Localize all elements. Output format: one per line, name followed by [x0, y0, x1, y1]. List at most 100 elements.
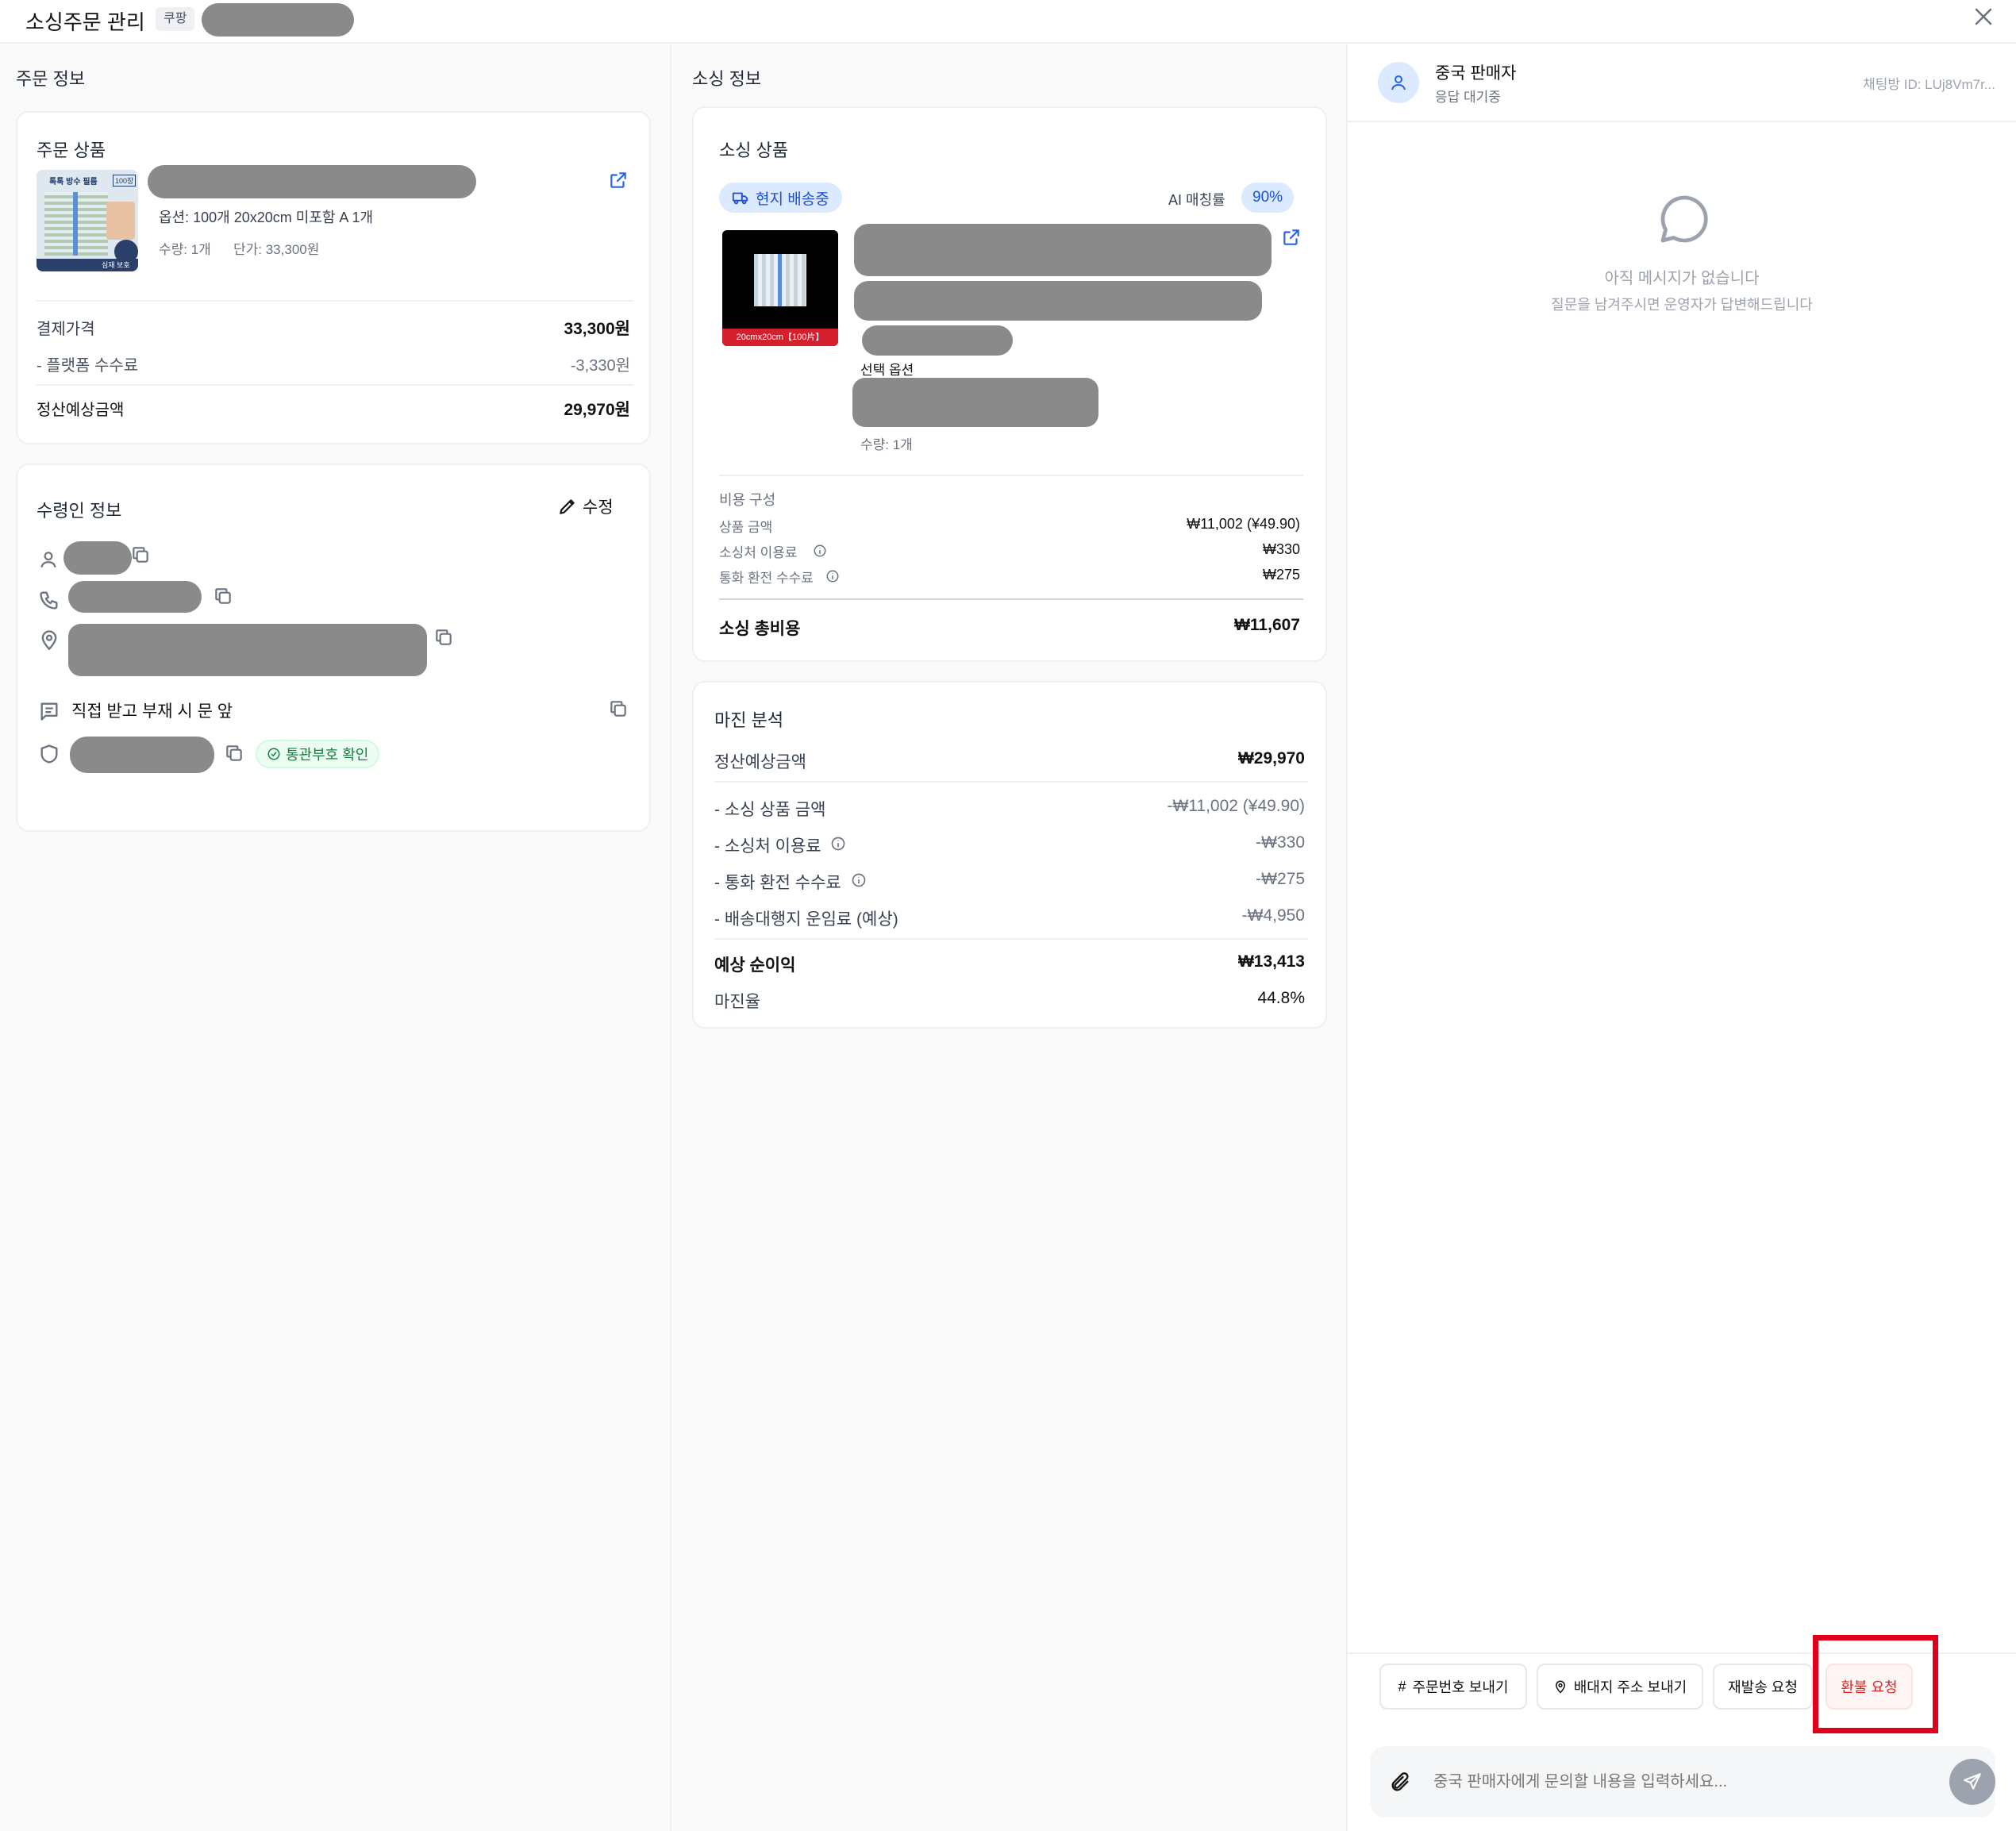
margin-row-label: - 배송대행지 운임료 (예상): [714, 910, 898, 929]
customs-verified-label: 통관부호 확인: [286, 747, 369, 763]
redacted-address: [68, 624, 427, 676]
margin-row-label: - 통화 환전 수수료: [714, 874, 841, 892]
sourcing-product-title: 소싱 상품: [719, 140, 789, 160]
thumb-title: 톡톡 방수 필름: [49, 178, 98, 187]
order-product-thumbnail: 톡톡 방수 필름 100장 심재 보호: [37, 170, 138, 271]
settle-label: 정산예상금액: [37, 402, 125, 419]
shipping-status-label: 현지 배송중: [756, 190, 829, 208]
external-link-icon[interactable]: [608, 170, 629, 190]
order-option: 옵션: 100개 20x20cm 미포함 A 1개: [159, 210, 374, 225]
margin-row-value: -₩4,950: [1241, 906, 1305, 925]
send-address-button[interactable]: 배대지 주소 보내기: [1537, 1664, 1703, 1710]
fee-value: -3,330원: [570, 357, 630, 375]
person-icon: [1391, 75, 1406, 90]
person-icon: [40, 552, 56, 568]
cost-item-value: ₩275: [1262, 567, 1300, 583]
message-square-icon: [40, 702, 58, 721]
chat-message-input[interactable]: [1433, 1764, 1910, 1800]
thumb-count: 100장: [113, 175, 137, 187]
payment-value: 33,300원: [564, 320, 630, 338]
redacted-recipient-name: [63, 541, 132, 575]
resend-request-button[interactable]: 재발송 요청: [1713, 1664, 1813, 1710]
margin-analysis-card: 마진 분석 정산예상금액 ₩29,970 - 소싱 상품 금액 -₩11,002…: [692, 681, 1327, 1029]
refund-request-button[interactable]: 환불 요청: [1826, 1664, 1913, 1710]
margin-settle-value: ₩29,970: [1237, 749, 1305, 767]
check-circle-icon: [267, 748, 280, 760]
copy-icon[interactable]: [224, 743, 244, 764]
thumb-stripe: [778, 254, 782, 306]
divider: [37, 384, 633, 386]
send-address-label: 배대지 주소 보내기: [1573, 1679, 1687, 1695]
margin-row-value: -₩330: [1256, 833, 1305, 852]
paperclip-icon[interactable]: [1389, 1771, 1411, 1794]
divider: [719, 598, 1303, 600]
seller-name: 중국 판매자: [1435, 64, 1517, 83]
sourcing-product-card: 소싱 상품 현지 배송중 AI 매칭률 90% 20cmx20cm【100片】 …: [692, 106, 1327, 662]
sourcing-product-thumbnail: 20cmx20cm【100片】: [722, 230, 838, 346]
chat-panel: 중국 판매자 응답 대기중 채팅방 ID: LUj8Vm7r... 아직 메시지…: [1348, 44, 2016, 1831]
order-unit-price: 단가: 33,300원: [233, 242, 320, 257]
ai-match-label: AI 매칭률: [1168, 192, 1225, 208]
shield-icon: [40, 744, 58, 764]
refund-request-label: 환불 요청: [1841, 1679, 1898, 1695]
sourcing-total-value: ₩11,607: [1234, 616, 1300, 634]
chat-room-id: 채팅방 ID: LUj8Vm7r...: [1863, 77, 1995, 92]
order-product-title: 주문 상품: [37, 140, 106, 160]
cost-item-value: ₩330: [1262, 541, 1300, 557]
location-pin-icon: [41, 630, 57, 651]
platform-badge: 쿠팡: [156, 7, 195, 31]
info-icon[interactable]: [813, 544, 827, 558]
redacted-sourcing-name-line3: [862, 325, 1013, 356]
redacted-selected-option: [852, 378, 1098, 427]
profit-value: ₩13,413: [1237, 952, 1305, 971]
customs-verified-badge: 통관부호 확인: [256, 740, 380, 768]
copy-icon[interactable]: [433, 627, 454, 648]
divider: [37, 300, 633, 302]
chat-bubble-icon: [1660, 195, 1708, 243]
selected-option-label: 선택 옵션: [860, 363, 914, 378]
copy-icon[interactable]: [608, 698, 629, 719]
external-link-icon[interactable]: [1281, 227, 1302, 248]
info-icon[interactable]: [825, 569, 840, 583]
location-pin-icon: [1555, 1680, 1565, 1694]
page-title: 소싱주문 관리: [25, 10, 145, 34]
thumb-footer-text: 심재 보호: [102, 261, 130, 269]
cost-item-label: 통화 환전 수수료: [719, 571, 814, 586]
cost-item-value: ₩11,002 (¥49.90): [1187, 516, 1300, 532]
empty-chat-subtitle: 질문을 남겨주시면 운영자가 답변해드립니다: [1551, 297, 1813, 313]
resend-request-label: 재발송 요청: [1728, 1679, 1798, 1695]
info-icon[interactable]: [851, 872, 867, 888]
profit-label: 예상 순이익: [714, 956, 796, 975]
edit-button[interactable]: 수정: [557, 494, 614, 519]
redacted-phone: [68, 581, 202, 613]
send-button[interactable]: [1949, 1759, 1995, 1805]
redacted-sourcing-name-line1: [854, 224, 1272, 276]
margin-settle-label: 정산예상금액: [714, 753, 806, 771]
truck-icon: [732, 192, 748, 205]
order-product-card: 주문 상품 톡톡 방수 필름 100장 심재 보호 옵션: 100개 20x20…: [16, 111, 651, 444]
chat-header: 중국 판매자 응답 대기중 채팅방 ID: LUj8Vm7r...: [1348, 44, 2016, 122]
send-order-number-button[interactable]: # 주문번호 보내기: [1379, 1664, 1527, 1710]
copy-icon[interactable]: [130, 544, 151, 565]
copy-icon[interactable]: [213, 586, 233, 606]
edit-label: 수정: [583, 498, 614, 517]
thumb-stripe: [73, 192, 78, 256]
thumb-photo: [106, 202, 135, 240]
order-info-column: 주문 정보 주문 상품 톡톡 방수 필름 100장 심재 보호 옵션: 100개…: [0, 44, 671, 1831]
margin-row-label: - 소싱 상품 금액: [714, 801, 826, 819]
chat-input-bar: [1370, 1746, 1995, 1818]
thumb-caption: 20cmx20cm【100片】: [722, 329, 838, 346]
cost-item-label: 소싱처 이용료: [719, 545, 798, 560]
close-icon[interactable]: [1972, 5, 1995, 29]
redacted-order-number: [202, 3, 354, 37]
sourcing-info-column: 소싱 정보 소싱 상품 현지 배송중 AI 매칭률 90% 20cmx20cm【…: [671, 44, 1348, 1831]
recipient-title: 수령인 정보: [37, 501, 122, 521]
redacted-customs-code: [70, 737, 214, 773]
margin-title: 마진 분석: [714, 710, 784, 730]
order-info-title: 주문 정보: [16, 69, 86, 89]
divider: [714, 938, 1308, 940]
margin-rate-value: 44.8%: [1257, 989, 1305, 1007]
empty-chat-title: 아직 메시지가 없습니다: [1604, 270, 1760, 287]
margin-row-label: - 소싱처 이용료: [714, 837, 821, 856]
info-icon[interactable]: [830, 836, 846, 852]
